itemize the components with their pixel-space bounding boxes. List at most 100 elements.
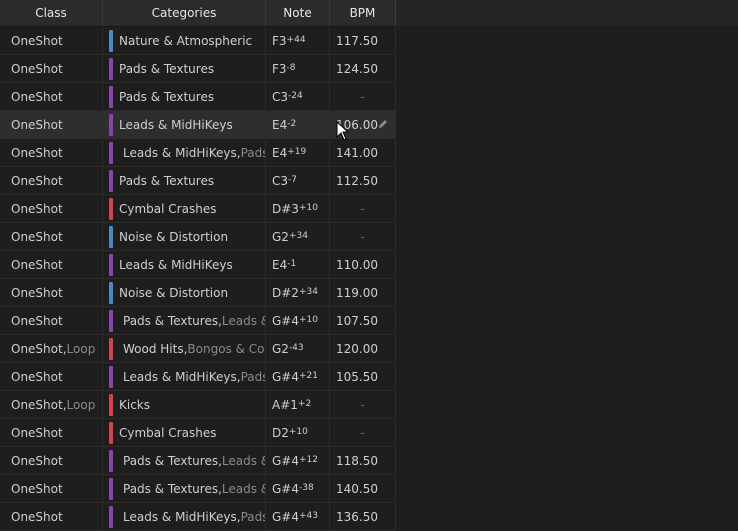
table-row[interactable]: OneShot Cymbal Crashes D2 +10 -	[0, 419, 396, 447]
bpm-value: -	[360, 201, 365, 216]
class-primary: OneShot	[11, 481, 63, 496]
categories-cell: Leads & MidHiKeys	[103, 251, 266, 278]
note-cents: +10	[288, 426, 308, 437]
bpm-cell: 118.50	[330, 447, 396, 474]
note-value: E4	[272, 145, 288, 160]
table-row[interactable]: OneShot, Loop Wood Hits, Bongos & Congas…	[0, 335, 396, 363]
category-secondary: Pads & Textures	[240, 509, 266, 524]
table-row[interactable]: OneShot Noise & Distortion D#2 +34 119.00	[0, 279, 396, 307]
column-header-bpm[interactable]: BPM	[330, 0, 396, 26]
note-cell: D#3 +10	[266, 195, 330, 222]
class-cell: OneShot	[0, 167, 103, 194]
note-cell: F3 +44	[266, 27, 330, 54]
column-header-note[interactable]: Note	[266, 0, 330, 26]
categories-cell: Pads & Textures	[103, 55, 266, 82]
bpm-cell: -	[330, 195, 396, 222]
table-row[interactable]: OneShot Leads & MidHiKeys, Pads & Textur…	[0, 363, 396, 391]
note-cents: -1	[287, 258, 297, 269]
note-cell: F3 -8	[266, 55, 330, 82]
bpm-value: 140.50	[336, 481, 378, 496]
column-header-categories[interactable]: Categories	[103, 0, 266, 26]
class-cell: OneShot	[0, 363, 103, 390]
table-row[interactable]: OneShot Cymbal Crashes D#3 +10 -	[0, 195, 396, 223]
bpm-value: -	[360, 425, 365, 440]
column-header-class[interactable]: Class	[0, 0, 103, 26]
note-value: G#4	[272, 509, 299, 524]
table-row[interactable]: OneShot Pads & Textures C3 -7 112.50	[0, 167, 396, 195]
bpm-cell: 105.50	[330, 363, 396, 390]
class-cell: OneShot	[0, 251, 103, 278]
class-cell: OneShot	[0, 223, 103, 250]
category-primary: Noise & Distortion	[119, 285, 229, 300]
note-cents: -24	[288, 90, 303, 101]
category-color-bar	[109, 449, 113, 472]
category-color-bar	[109, 141, 113, 164]
category-color-bar	[109, 113, 113, 136]
bpm-cell: 120.00	[330, 335, 396, 362]
class-primary: OneShot	[11, 369, 63, 384]
note-cents: +19	[287, 146, 307, 157]
pencil-icon[interactable]	[377, 118, 389, 130]
table-body: OneShot Nature & Atmospheric F3 +44 117.5…	[0, 27, 396, 531]
note-value: G#4	[272, 481, 299, 496]
bpm-cell: 107.50	[330, 307, 396, 334]
note-value: C3	[272, 89, 289, 104]
note-cents: +34	[288, 230, 308, 241]
category-color-bar	[109, 57, 113, 80]
category-primary: Leads & MidHiKeys,	[123, 145, 241, 160]
bpm-cell: 140.50	[330, 475, 396, 502]
table-row[interactable]: OneShot Noise & Distortion G2 +34 -	[0, 223, 396, 251]
note-value: G#4	[272, 369, 299, 384]
table-header: Class Categories Note BPM	[0, 0, 396, 27]
table-row[interactable]: OneShot Pads & Textures C3 -24 -	[0, 83, 396, 111]
category-color-bar	[109, 477, 113, 500]
bpm-value: 118.50	[336, 453, 378, 468]
table-row[interactable]: OneShot Nature & Atmospheric F3 +44 117.5…	[0, 27, 396, 55]
bpm-value: 107.50	[336, 313, 378, 328]
class-cell: OneShot	[0, 503, 103, 530]
class-primary: OneShot	[11, 33, 63, 48]
category-color-bar	[109, 281, 113, 304]
class-primary: OneShot,	[11, 341, 67, 356]
category-color-bar	[109, 225, 113, 248]
note-cell: D2 +10	[266, 419, 330, 446]
category-primary: Pads & Textures	[119, 173, 215, 188]
table-row[interactable]: OneShot Pads & Textures F3 -8 124.50	[0, 55, 396, 83]
table-row[interactable]: OneShot Leads & MidHiKeys E4 -1 110.00	[0, 251, 396, 279]
note-value: C3	[272, 173, 289, 188]
category-color-bar	[109, 29, 113, 52]
bpm-cell: 141.00	[330, 139, 396, 166]
note-cents: -8	[286, 62, 296, 73]
class-primary: OneShot	[11, 425, 63, 440]
table-row[interactable]: OneShot Leads & MidHiKeys, Pads & Textur…	[0, 503, 396, 531]
note-cell: E4 -2	[266, 111, 330, 138]
table-row[interactable]: OneShot Pads & Textures, Leads & MidHiKe…	[0, 475, 396, 503]
categories-cell: Leads & MidHiKeys, Pads & Textures	[103, 503, 266, 530]
class-primary: OneShot	[11, 173, 63, 188]
categories-cell: Leads & MidHiKeys, Pads & Textures	[103, 363, 266, 390]
bpm-cell: 119.00	[330, 279, 396, 306]
class-primary: OneShot	[11, 509, 63, 524]
category-primary: Pads & Textures,	[123, 481, 222, 496]
table-row[interactable]: OneShot Pads & Textures, Leads & MidHiKe…	[0, 447, 396, 475]
class-primary: OneShot	[11, 61, 63, 76]
class-primary: OneShot	[11, 89, 63, 104]
bpm-value: 119.00	[336, 285, 378, 300]
category-color-bar	[109, 253, 113, 276]
class-primary: OneShot	[11, 257, 63, 272]
bpm-value: -	[360, 397, 365, 412]
category-color-bar	[109, 365, 113, 388]
categories-cell: Noise & Distortion	[103, 223, 266, 250]
table-row[interactable]: OneShot Leads & MidHiKeys, Pads & Textur…	[0, 139, 396, 167]
class-cell: OneShot, Loop	[0, 391, 103, 418]
table-row[interactable]: OneShot Pads & Textures, Leads & MidHiKe…	[0, 307, 396, 335]
bpm-value: 136.50	[336, 509, 378, 524]
class-cell: OneShot	[0, 307, 103, 334]
class-primary: OneShot,	[11, 397, 67, 412]
category-secondary: Pads & Textures	[240, 145, 266, 160]
class-primary: OneShot	[11, 313, 63, 328]
table-row[interactable]: OneShot, Loop Kicks A#1 +2 -	[0, 391, 396, 419]
note-value: D#2	[272, 285, 299, 300]
category-primary: Pads & Textures,	[123, 453, 222, 468]
class-primary: OneShot	[11, 229, 63, 244]
